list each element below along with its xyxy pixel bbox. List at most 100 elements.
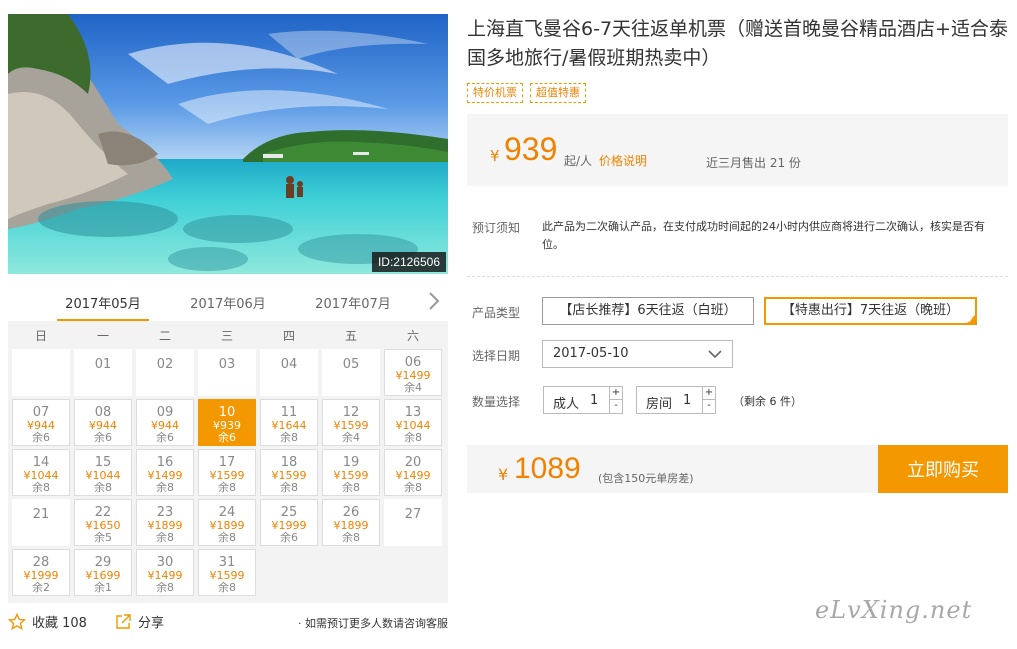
product-type-option-6day[interactable]: 【店长推荐】6天往返（白班） bbox=[542, 297, 754, 325]
total-amount: 1089 bbox=[514, 452, 581, 485]
calendar-day-available[interactable]: 26 ¥1899 余8 bbox=[322, 499, 380, 546]
room-stepper: 房间 1 + - bbox=[636, 386, 716, 414]
day-stock: 余6 bbox=[280, 531, 298, 544]
tag-special-ticket: 特价机票 bbox=[467, 83, 523, 103]
adult-increment-button[interactable]: + bbox=[609, 387, 622, 400]
calendar-day-available[interactable]: 29 ¥1699 余1 bbox=[74, 549, 132, 596]
adult-count[interactable]: 1 bbox=[590, 393, 598, 408]
calendar-day-available[interactable]: 15 ¥1044 余8 bbox=[74, 449, 132, 496]
day-number: 04 bbox=[280, 357, 298, 372]
photo-footer: 收藏 108 分享 · 如需预订更多人数请咨询客服 bbox=[8, 612, 448, 634]
chevron-down-icon bbox=[708, 350, 722, 359]
remaining-stock: （剩余 6 件） bbox=[733, 395, 802, 408]
date-select[interactable]: 2017-05-10 bbox=[542, 340, 733, 368]
calendar-day-available[interactable]: 31 ¥1599 余8 bbox=[198, 549, 256, 596]
price-calendar: 日 一 二 三 四 五 六 01 02 03 04 05 06 ¥1499 余4 07 ¥944 余6 08 ¥94… bbox=[8, 321, 448, 603]
calendar-day-available[interactable]: 22 ¥1650 余5 bbox=[74, 499, 132, 546]
day-number: 09 bbox=[156, 405, 174, 420]
calendar-day bbox=[12, 349, 70, 396]
calendar-day-available[interactable]: 12 ¥1599 余4 bbox=[322, 399, 380, 446]
day-stock: 余8 bbox=[280, 481, 298, 494]
day-stock: 余1 bbox=[94, 581, 112, 594]
calendar-day-available[interactable]: 13 ¥1044 余8 bbox=[384, 399, 442, 446]
weekday-header: 日一二三四五六 bbox=[8, 321, 448, 347]
price-unit: 起/人 bbox=[564, 154, 593, 168]
day-number: 14 bbox=[32, 455, 50, 470]
calendar-day: 01 bbox=[74, 349, 132, 396]
calendar-day-available[interactable]: 28 ¥1999 余2 bbox=[12, 549, 70, 596]
contact-service-note: · 如需预订更多人数请咨询客服 bbox=[298, 617, 448, 630]
day-number: 02 bbox=[156, 357, 174, 372]
day-stock: 余8 bbox=[156, 481, 174, 494]
share-icon bbox=[116, 613, 131, 629]
calendar-day-available[interactable]: 19 ¥1599 余8 bbox=[322, 449, 380, 496]
calendar-day-available[interactable]: 07 ¥944 余6 bbox=[12, 399, 70, 446]
tab-2017-05[interactable]: 2017年05月 bbox=[57, 293, 149, 322]
weekday-label: 三 bbox=[220, 329, 233, 343]
price-amount: 939 bbox=[504, 131, 558, 167]
day-stock: 余4 bbox=[342, 431, 360, 444]
day-stock: 余8 bbox=[342, 481, 360, 494]
favorite-button[interactable]: 收藏 108 bbox=[8, 612, 87, 631]
day-number: 26 bbox=[342, 505, 360, 520]
calendar-day: 02 bbox=[136, 349, 194, 396]
watermark: eLvXing.net bbox=[815, 596, 973, 624]
calendar-day-available[interactable]: 25 ¥1999 余6 bbox=[260, 499, 318, 546]
day-number: 31 bbox=[218, 555, 236, 570]
share-button[interactable]: 分享 bbox=[114, 612, 164, 631]
weekday-label: 四 bbox=[282, 329, 295, 343]
calendar-day-available[interactable]: 23 ¥1899 余8 bbox=[136, 499, 194, 546]
calendar-day: 05 bbox=[322, 349, 380, 396]
calendar-day-available[interactable]: 09 ¥944 余6 bbox=[136, 399, 194, 446]
booking-note-text: 此产品为二次确认产品，在支付成功时间起的24小时内供应商将进行二次确认，核实是否… bbox=[542, 220, 985, 251]
tab-2017-06[interactable]: 2017年06月 bbox=[183, 293, 273, 312]
adult-decrement-button[interactable]: - bbox=[609, 400, 622, 413]
day-number: 18 bbox=[280, 455, 298, 470]
price-currency: ¥ bbox=[490, 147, 500, 165]
day-stock: 余5 bbox=[94, 531, 112, 544]
day-number: 07 bbox=[32, 405, 50, 420]
chevron-right-icon[interactable] bbox=[426, 291, 442, 311]
tab-2017-07[interactable]: 2017年07月 bbox=[308, 293, 398, 312]
favorite-label: 收藏 108 bbox=[32, 616, 87, 631]
day-number: 28 bbox=[32, 555, 50, 570]
product-type-label: 产品类型 bbox=[472, 306, 521, 320]
calendar-day: 21 bbox=[12, 499, 70, 546]
calendar-day-available[interactable]: 17 ¥1599 余8 bbox=[198, 449, 256, 496]
calendar-day-available[interactable]: 08 ¥944 余6 bbox=[74, 399, 132, 446]
day-stock: 余8 bbox=[218, 581, 236, 594]
calendar-day-available[interactable]: 18 ¥1599 余8 bbox=[260, 449, 318, 496]
calendar-day-available[interactable]: 14 ¥1044 余8 bbox=[12, 449, 70, 496]
price-box: ¥ 939 起/人 价格说明 近三月售出 21 份 bbox=[467, 114, 1008, 186]
calendar-day-available[interactable]: 30 ¥1499 余8 bbox=[136, 549, 194, 596]
day-number: 27 bbox=[404, 507, 422, 522]
product-type-option-7day[interactable]: 【特惠出行】7天往返（晚班） ✓ bbox=[764, 297, 977, 325]
day-stock: 余6 bbox=[156, 431, 174, 444]
calendar-day-available[interactable]: 24 ¥1899 余8 bbox=[198, 499, 256, 546]
day-number: 19 bbox=[342, 455, 360, 470]
calendar-day-available[interactable]: 11 ¥1644 余8 bbox=[260, 399, 318, 446]
day-stock: 余8 bbox=[218, 531, 236, 544]
calendar-day: 03 bbox=[198, 349, 256, 396]
weekday-label: 一 bbox=[96, 329, 109, 343]
room-decrement-button[interactable]: - bbox=[702, 400, 715, 413]
buy-now-button[interactable]: 立即购买 bbox=[878, 445, 1008, 493]
day-stock: 余8 bbox=[156, 531, 174, 544]
day-number: 20 bbox=[404, 455, 422, 470]
day-stock: 余8 bbox=[218, 481, 236, 494]
divider bbox=[467, 276, 1008, 277]
day-number: 10 bbox=[218, 405, 236, 420]
calendar-day-available[interactable]: 20 ¥1499 余8 bbox=[384, 449, 442, 496]
calendar-day-available[interactable]: 10 ¥939 余6 bbox=[198, 399, 256, 446]
calendar-day-available[interactable]: 06 ¥1499 余4 bbox=[384, 349, 442, 396]
day-stock: 余4 bbox=[404, 381, 422, 394]
calendar-day-available[interactable]: 16 ¥1499 余8 bbox=[136, 449, 194, 496]
tag-value-deal: 超值特惠 bbox=[530, 83, 586, 103]
day-number: 15 bbox=[94, 455, 112, 470]
day-number: 21 bbox=[32, 507, 50, 522]
check-icon: ✓ bbox=[967, 316, 974, 325]
room-count[interactable]: 1 bbox=[683, 393, 691, 408]
room-increment-button[interactable]: + bbox=[702, 387, 715, 400]
price-explanation-link[interactable]: 价格说明 bbox=[599, 152, 647, 169]
beach-photo-graphic bbox=[8, 14, 448, 274]
